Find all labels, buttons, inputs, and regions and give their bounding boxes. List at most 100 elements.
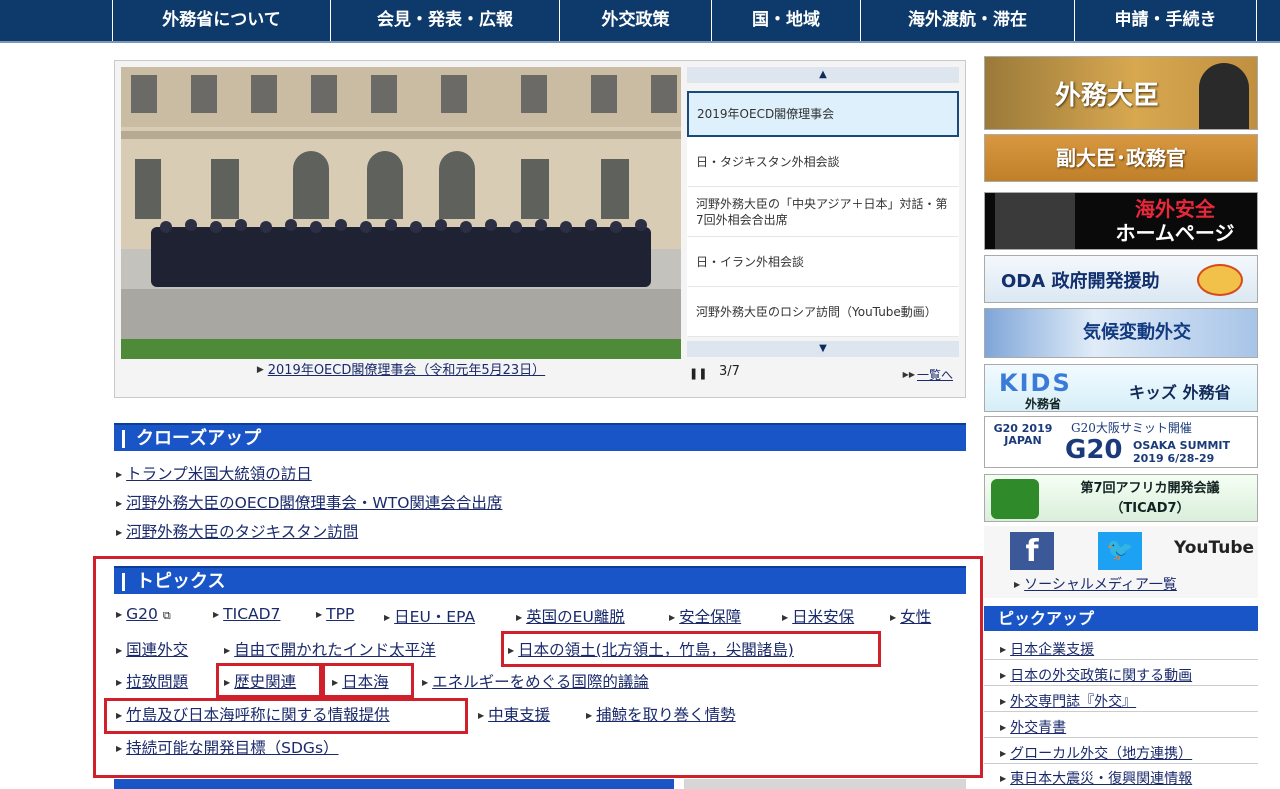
topic-link[interactable]: 中東支援 [488,706,550,724]
topic-link[interactable]: 国連外交 [126,641,188,659]
topic-ticad7[interactable]: ▶ TICAD7 [213,605,280,623]
topic-link[interactable]: 日EU・EPA [394,608,475,626]
slide-photo[interactable] [121,67,681,359]
slide-item-1[interactable]: 2019年OECD閣僚理事会 [687,91,959,137]
slide-item-3[interactable]: 河野外務大臣の「中央アジア＋日本」対話・第7回外相会合出席 [687,187,959,237]
pickup-link[interactable]: 外交専門誌『外交』 [1010,694,1136,710]
pickup-item-2[interactable]: ▶ 日本の外交政策に関する動画 [1000,665,1192,685]
double-arrow-icon: ▶▶ [902,370,915,379]
social-list-link[interactable]: ▶ ソーシャルメディア一覧 [1014,574,1177,594]
nav-policy[interactable]: 外交政策 [559,0,711,41]
slide-list: ▲ 2019年OECD閣僚理事会 日・タジキスタン外相会談 河野外務大臣の「中央… [687,67,959,357]
climate-text: 気候変動外交 [1083,322,1191,343]
minister-banner[interactable]: 外務大臣 [984,56,1258,130]
topic-indo-pacific[interactable]: ▶ 自由で開かれたインド太平洋 [224,638,436,660]
slide-item-5[interactable]: 河野外務大臣のロシア訪問（YouTube動画） [687,287,959,337]
pickup-item-6[interactable]: ▶ 東日本大震災・復興関連情報 [1000,768,1192,788]
vice-minister-banner[interactable]: 副大臣･政務官 [984,134,1258,182]
topic-link[interactable]: 自由で開かれたインド太平洋 [234,641,436,659]
climate-banner[interactable]: 気候変動外交 [984,308,1258,358]
minister-title: 外務大臣 [1055,81,1160,111]
pickup-link[interactable]: 日本の外交政策に関する動画 [1010,668,1192,684]
closeup-item-3[interactable]: ▶ 河野外務大臣のタジキスタン訪問 [116,520,358,542]
social-link-text[interactable]: ソーシャルメディア一覧 [1024,577,1177,593]
oda-banner[interactable]: ODA 政府開発援助 [984,255,1258,303]
pickup-item-3[interactable]: ▶ 外交専門誌『外交』 [1000,691,1136,711]
youtube-icon[interactable]: YouTube [1174,538,1254,566]
triangle-right-icon: ▶ [384,613,391,622]
closeup-item-2[interactable]: ▶ 河野外務大臣のOECD閣僚理事会・WTO関連会合出席 [116,491,502,513]
topic-eu-epa[interactable]: ▶ 日EU・EPA [384,605,475,627]
closeup-item-1[interactable]: ▶ トランプ米国大統領の訪日 [116,462,312,484]
nav-press[interactable]: 会見・発表・広報 [330,0,559,41]
topic-link[interactable]: 持続可能な開発目標（SDGs） [126,739,338,757]
nav-countries[interactable]: 国・地域 [711,0,860,41]
twitter-icon[interactable]: 🐦 [1098,532,1142,570]
slide-item-2[interactable]: 日・タジキスタン外相会談 [687,137,959,187]
topic-link[interactable]: TPP [326,605,354,623]
g20-banner[interactable]: G20 2019 JAPAN G20大阪サミット開催 G20 OSAKA SUM… [984,416,1258,468]
pause-icon[interactable]: ❚❚ [689,367,707,381]
slide-all-link[interactable]: ▶▶ 一覧へ [903,366,953,383]
nav-travel[interactable]: 海外渡航・滞在 [860,0,1074,41]
triangle-right-icon: ▶ [116,744,123,753]
closeup-title: クローズアップ [136,428,262,449]
slide-down-button[interactable]: ▼ [687,341,959,357]
triangle-right-icon: ▶ [116,470,123,479]
slide-item-4[interactable]: 日・イラン外相会談 [687,237,959,287]
slide-caption[interactable]: ▶ 2019年OECD閣僚理事会（令和元年5月23日） [121,359,681,385]
closeup-link[interactable]: 河野外務大臣のOECD閣僚理事会・WTO関連会合出席 [126,494,502,512]
slide-caption-link[interactable]: 2019年OECD閣僚理事会（令和元年5月23日） [268,363,545,378]
kids-logo: KIDS [999,369,1072,397]
triangle-right-icon: ▶ [516,613,523,622]
all-link-text[interactable]: 一覧へ [917,368,953,382]
topic-women[interactable]: ▶ 女性 [890,605,931,627]
topic-link[interactable]: TICAD7 [223,605,280,623]
pickup-item-4[interactable]: ▶ 外交青書 [1000,717,1066,737]
topic-link[interactable]: 安全保障 [679,608,741,626]
divider [984,763,1258,764]
topic-un[interactable]: ▶ 国連外交 [116,638,188,660]
triangle-right-icon: ▶ [1000,697,1007,706]
topic-brexit[interactable]: ▶ 英国のEU離脱 [516,605,625,627]
overseas-safety-banner[interactable]: 海外安全 ホームページ [984,192,1258,250]
topic-link[interactable]: 女性 [900,608,931,626]
pickup-item-1[interactable]: ▶ 日本企業支援 [1000,639,1094,659]
social-box: f 🐦 YouTube ▶ ソーシャルメディア一覧 [984,526,1258,598]
next-section-tab [684,779,966,789]
topic-sdgs[interactable]: ▶ 持続可能な開発目標（SDGs） [116,736,339,758]
topic-whaling[interactable]: ▶ 捕鯨を取り巻く情勢 [586,703,736,725]
topic-g20[interactable]: ▶ G20 ⧉ [116,605,171,623]
pickup-item-5[interactable]: ▶ グローカル外交（地方連携） [1000,743,1192,763]
topic-link[interactable]: G20 [126,605,158,623]
topic-security[interactable]: ▶ 安全保障 [669,605,741,627]
topic-abduction[interactable]: ▶ 拉致問題 [116,670,188,692]
nav-application[interactable]: 申請・手続き [1074,0,1257,41]
ticad-banner[interactable]: 第7回アフリカ開発会議 （TICAD7） [984,474,1258,522]
pickup-link[interactable]: 日本企業支援 [1010,642,1094,658]
topic-us-japan[interactable]: ▶ 日米安保 [782,605,854,627]
closeup-link[interactable]: 河野外務大臣のタジキスタン訪問 [126,523,358,541]
pickup-link[interactable]: 東日本大震災・復興関連情報 [1010,771,1192,787]
triangle-right-icon: ▶ [1000,723,1007,732]
kids-banner[interactable]: KIDS 外務省 キッズ 外務省 [984,364,1258,412]
topic-tpp[interactable]: ▶ TPP [316,605,354,623]
topic-link[interactable]: 拉致問題 [126,673,188,691]
topic-link[interactable]: エネルギーをめぐる国際的議論 [432,673,649,691]
slide-up-button[interactable]: ▲ [687,67,959,83]
nav-about[interactable]: 外務省について [112,0,330,41]
topic-link[interactable]: 捕鯨を取り巻く情勢 [596,706,736,724]
topic-link[interactable]: 日米安保 [792,608,854,626]
topic-middle-east[interactable]: ▶ 中東支援 [478,703,550,725]
pickup-link[interactable]: 外交青書 [1010,720,1066,736]
triangle-right-icon: ▶ [782,613,789,622]
safety-photo [995,193,1075,249]
pickup-link[interactable]: グローカル外交（地方連携） [1010,746,1192,762]
vice-minister-title: 副大臣･政務官 [1056,146,1186,170]
oda-text: ODA 政府開発援助 [1001,271,1160,292]
triangle-right-icon: ▶ [669,613,676,622]
topic-energy[interactable]: ▶ エネルギーをめぐる国際的議論 [422,670,649,692]
facebook-icon[interactable]: f [1010,532,1054,570]
topic-link[interactable]: 英国のEU離脱 [526,608,625,626]
closeup-link[interactable]: トランプ米国大統領の訪日 [126,465,312,483]
